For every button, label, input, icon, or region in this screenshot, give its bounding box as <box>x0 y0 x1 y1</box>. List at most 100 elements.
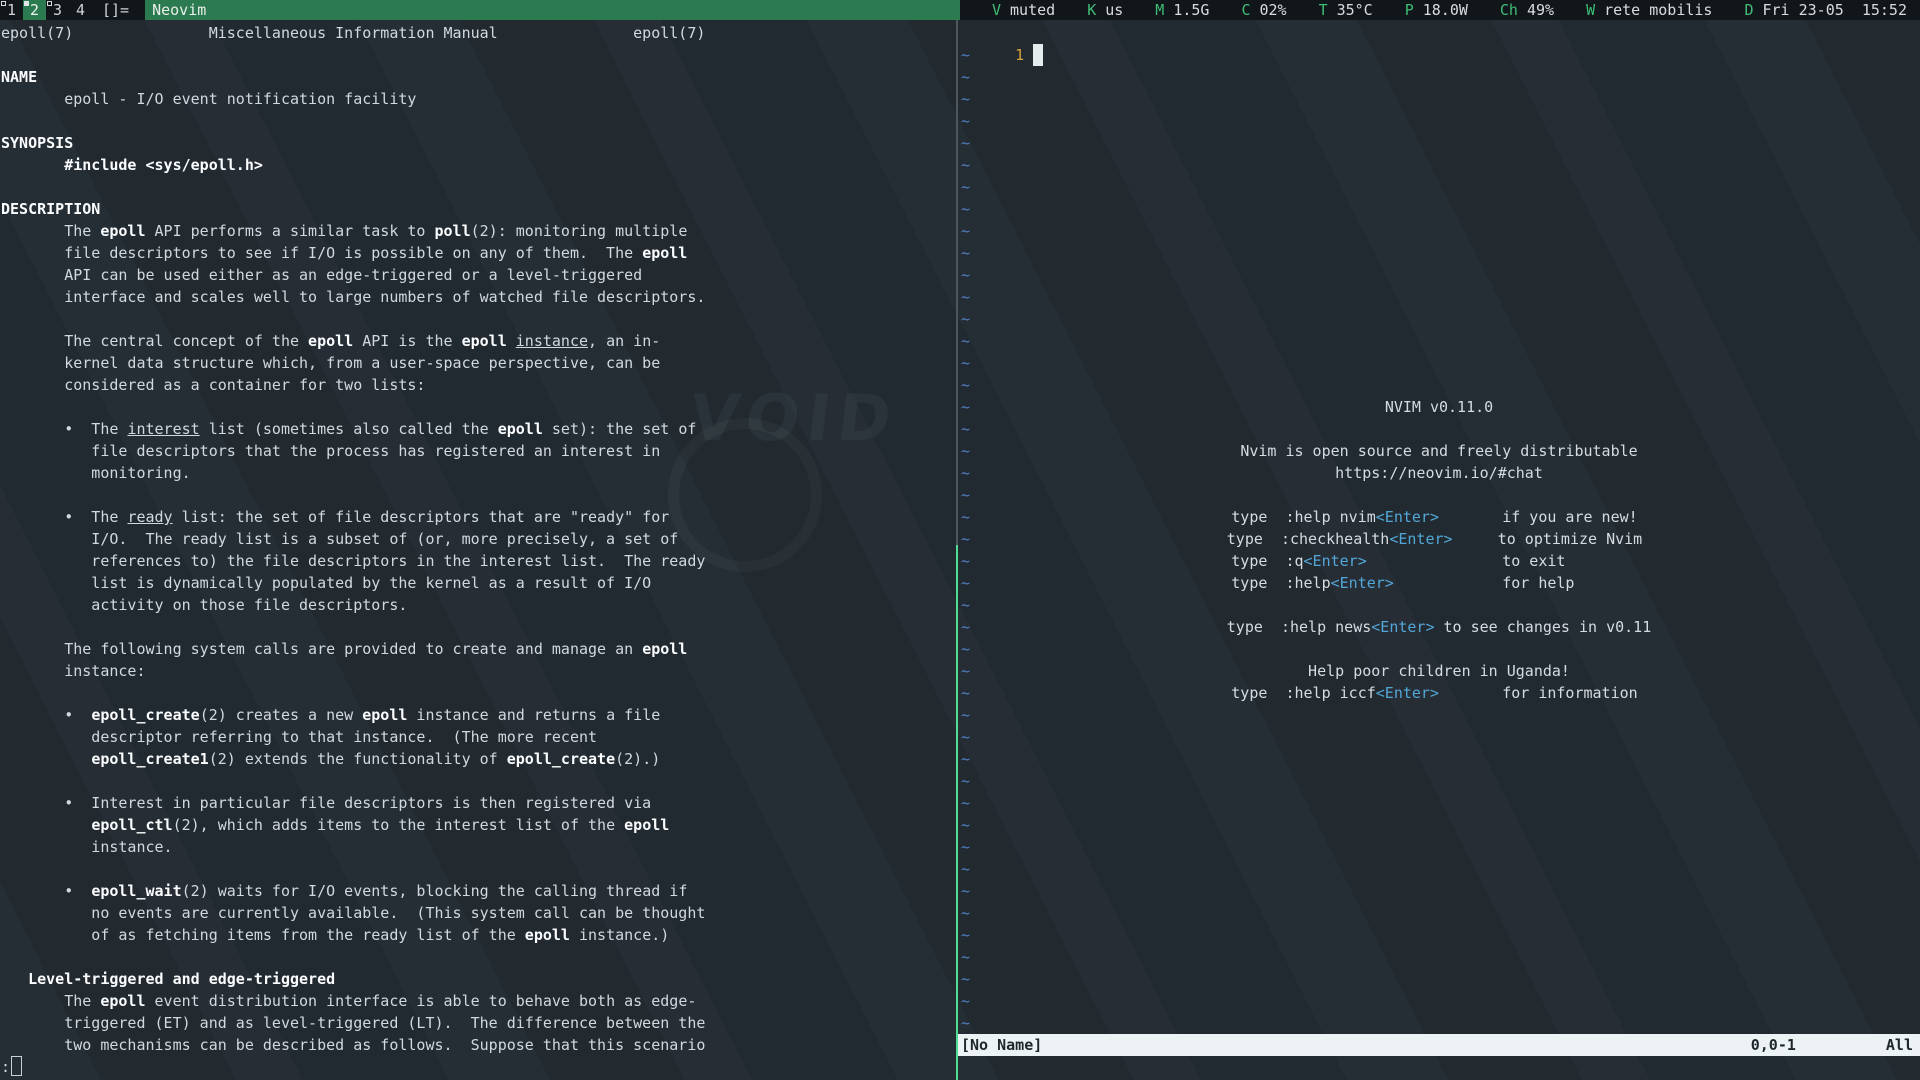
man-page-pane[interactable]: epoll(7) Miscellaneous Information Manua… <box>0 20 956 1080</box>
workspace-tag-1[interactable]: 1 <box>0 0 23 20</box>
man-line: monitoring. <box>1 462 956 484</box>
status-value: 18.0W <box>1423 1 1468 19</box>
tilde-line: ~ <box>961 330 970 352</box>
man-line: I/O. The ready list is a subset of (or, … <box>1 528 956 550</box>
tag-label: 4 <box>76 1 85 19</box>
man-line <box>1 110 956 132</box>
status-item-m: M1.5G <box>1155 0 1209 20</box>
man-line: two mechanisms can be described as follo… <box>1 1034 956 1056</box>
intro-line: Help poor children in Uganda! <box>958 660 1920 682</box>
tilde-line: ~ <box>961 770 970 792</box>
tilde-line: ~ <box>961 858 970 880</box>
man-line: instance: <box>1 660 956 682</box>
man-line <box>1 396 956 418</box>
intro-line: type :help iccf<Enter> for information <box>958 682 1920 704</box>
intro-line: NVIM v0.11.0 <box>958 396 1920 418</box>
status-item-w: Wrete mobilis <box>1586 0 1712 20</box>
tag-label: 1 <box>7 1 16 19</box>
tilde-line: ~ <box>961 264 970 286</box>
tag-indicator-outline <box>1 1 6 6</box>
tilde-line: ~ <box>961 88 970 110</box>
tilde-line: ~ <box>961 66 970 88</box>
status-value: 35°C <box>1337 1 1373 19</box>
man-line: instance. <box>1 836 956 858</box>
tilde-line: ~ <box>961 198 970 220</box>
status-key: V <box>992 1 1001 19</box>
man-line: SYNOPSIS <box>1 132 956 154</box>
man-line: no events are currently available. (This… <box>1 902 956 924</box>
window-title: Neovim <box>145 0 960 20</box>
tilde-line: ~ <box>961 352 970 374</box>
neovim-pane[interactable]: 1 ~~~~~~~~~~~~~~~~~~~~~~~~~~~~~~~~~~~~~~… <box>958 20 1920 1080</box>
tilde-line: ~ <box>961 154 970 176</box>
layout-symbol[interactable]: []= <box>92 0 139 20</box>
line-number: 1 <box>997 46 1033 64</box>
tilde-line: ~ <box>961 594 970 616</box>
man-line <box>1 308 956 330</box>
status-value: 49% <box>1527 1 1554 19</box>
tilde-line: ~ <box>961 990 970 1012</box>
tilde-line: ~ <box>961 220 970 242</box>
intro-line: type :help<Enter> for help <box>958 572 1920 594</box>
status-value: muted <box>1010 1 1055 19</box>
man-line: The following system calls are provided … <box>1 638 956 660</box>
man-line <box>1 682 956 704</box>
status-key: P <box>1405 1 1414 19</box>
man-line: The epoll event distribution interface i… <box>1 990 956 1012</box>
tilde-line: ~ <box>961 44 970 66</box>
intro-line: https://neovim.io/#chat <box>958 462 1920 484</box>
intro-line: type :help nvim<Enter> if you are new! <box>958 506 1920 528</box>
man-line: • epoll_create(2) creates a new epoll in… <box>1 704 956 726</box>
tilde-line: ~ <box>961 726 970 748</box>
man-line: #include <sys/epoll.h> <box>1 154 956 176</box>
status-value: us <box>1105 1 1123 19</box>
pager-prompt: : <box>1 1058 10 1076</box>
man-line: epoll_ctl(2), which adds items to the in… <box>1 814 956 836</box>
man-line <box>1 770 956 792</box>
man-line: • The ready list: the set of file descri… <box>1 506 956 528</box>
man-line <box>1 858 956 880</box>
statusline-ruler: 0,0-1All <box>1751 1034 1913 1056</box>
man-line: The epoll API performs a similar task to… <box>1 220 956 242</box>
man-line: references to) the file descriptors in t… <box>1 550 956 572</box>
status-item-v: Vmuted <box>992 0 1055 20</box>
man-line <box>1 44 956 66</box>
man-line: file descriptors that the process has re… <box>1 440 956 462</box>
tilde-line: ~ <box>961 176 970 198</box>
status-item-d: DFri 23-05 15:52 <box>1744 0 1907 20</box>
tag-label: 2 <box>30 1 39 19</box>
tag-label: 3 <box>53 1 62 19</box>
man-line: interface and scales well to large numbe… <box>1 286 956 308</box>
man-line: epoll(7) Miscellaneous Information Manua… <box>1 22 956 44</box>
window-title-text: Neovim <box>152 1 206 19</box>
tilde-line: ~ <box>961 374 970 396</box>
man-page-content: epoll(7) Miscellaneous Information Manua… <box>1 22 956 1078</box>
tilde-line: ~ <box>961 968 970 990</box>
man-line: of as fetching items from the ready list… <box>1 924 956 946</box>
tilde-line: ~ <box>961 308 970 330</box>
man-line: epoll_create1(2) extends the functionali… <box>1 748 956 770</box>
tag-indicator-outline <box>47 1 52 6</box>
man-line: triggered (ET) and as level-triggered (L… <box>1 1012 956 1034</box>
status-key: Ch <box>1500 1 1518 19</box>
man-line: • epoll_wait(2) waits for I/O events, bl… <box>1 880 956 902</box>
man-line <box>1 176 956 198</box>
workspace-tag-3[interactable]: 3 <box>46 0 69 20</box>
top-status-bar: 1234 []= Neovim VmutedKusM1.5GC02%T35°CP… <box>0 0 1920 20</box>
tilde-line: ~ <box>961 132 970 154</box>
tilde-line: ~ <box>961 286 970 308</box>
status-item-t: T 35°C <box>1319 0 1373 20</box>
system-status: VmutedKusM1.5GC02%T35°CP18.0WCh49%Wrete … <box>960 0 1920 20</box>
man-line: Level-triggered and edge-triggered <box>1 968 956 990</box>
intro-line: Nvim is open source and freely distribut… <box>958 440 1920 462</box>
workspace-tags: 1234 <box>0 0 92 20</box>
workspace-tag-4[interactable]: 4 <box>69 0 92 20</box>
status-key: T <box>1319 1 1328 19</box>
tilde-line: ~ <box>961 638 970 660</box>
tilde-line: ~ <box>961 242 970 264</box>
tilde-line: ~ <box>961 814 970 836</box>
workspace-tag-2[interactable]: 2 <box>23 0 46 20</box>
man-line: API can be used either as an edge-trigge… <box>1 264 956 286</box>
man-line: epoll - I/O event notification facility <box>1 88 956 110</box>
man-line: activity on those file descriptors. <box>1 594 956 616</box>
